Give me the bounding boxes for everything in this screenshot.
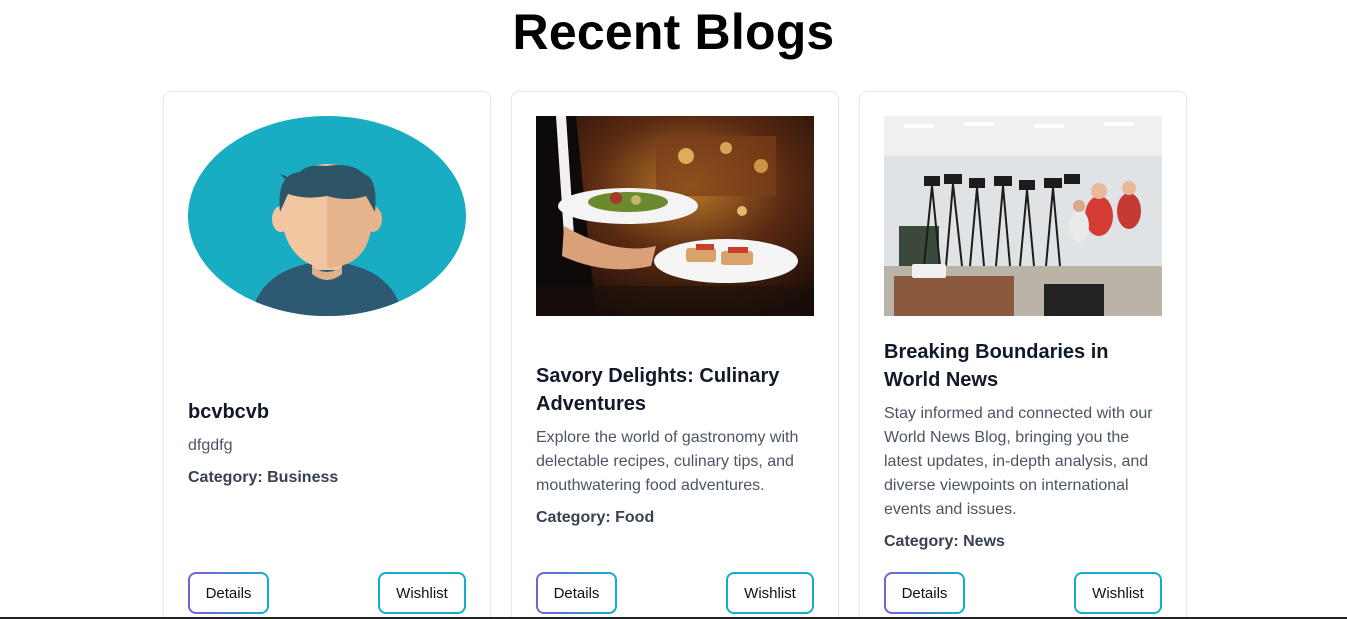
- blog-image-news: [884, 116, 1162, 316]
- wishlist-button[interactable]: Wishlist: [378, 572, 466, 614]
- restaurant-food-photo: [536, 116, 814, 316]
- details-button[interactable]: Details: [884, 572, 965, 614]
- card-title[interactable]: Breaking Boundaries in World News: [884, 338, 1162, 394]
- card-description: dfgdfg: [188, 437, 233, 454]
- blog-card: Savory Delights: Culinary Adventures Exp…: [511, 91, 839, 619]
- details-button[interactable]: Details: [188, 572, 269, 614]
- wishlist-button[interactable]: Wishlist: [1074, 572, 1162, 614]
- card-category: Category: Food: [536, 509, 655, 526]
- blog-image-food: [536, 116, 814, 316]
- page-title: Recent Blogs: [512, 4, 835, 60]
- blog-image-avatar: [188, 116, 466, 316]
- card-title[interactable]: bcvbcvb: [188, 398, 466, 426]
- card-title[interactable]: Savory Delights: Culinary Adventures: [536, 362, 814, 418]
- card-description: Explore the world of gastronomy with del…: [536, 429, 799, 494]
- card-description: Stay informed and connected with our Wor…: [884, 405, 1153, 518]
- details-button[interactable]: Details: [536, 572, 617, 614]
- avatar-illustration: [188, 116, 466, 316]
- blog-card: bcvbcvb dfgdfg Category: Business Detail…: [163, 91, 491, 619]
- card-category: Category: Business: [188, 469, 339, 486]
- card-category: Category: News: [884, 533, 1005, 550]
- wishlist-button[interactable]: Wishlist: [726, 572, 814, 614]
- press-conference-photo: [884, 116, 1162, 316]
- blog-card: Breaking Boundaries in World News Stay i…: [859, 91, 1187, 619]
